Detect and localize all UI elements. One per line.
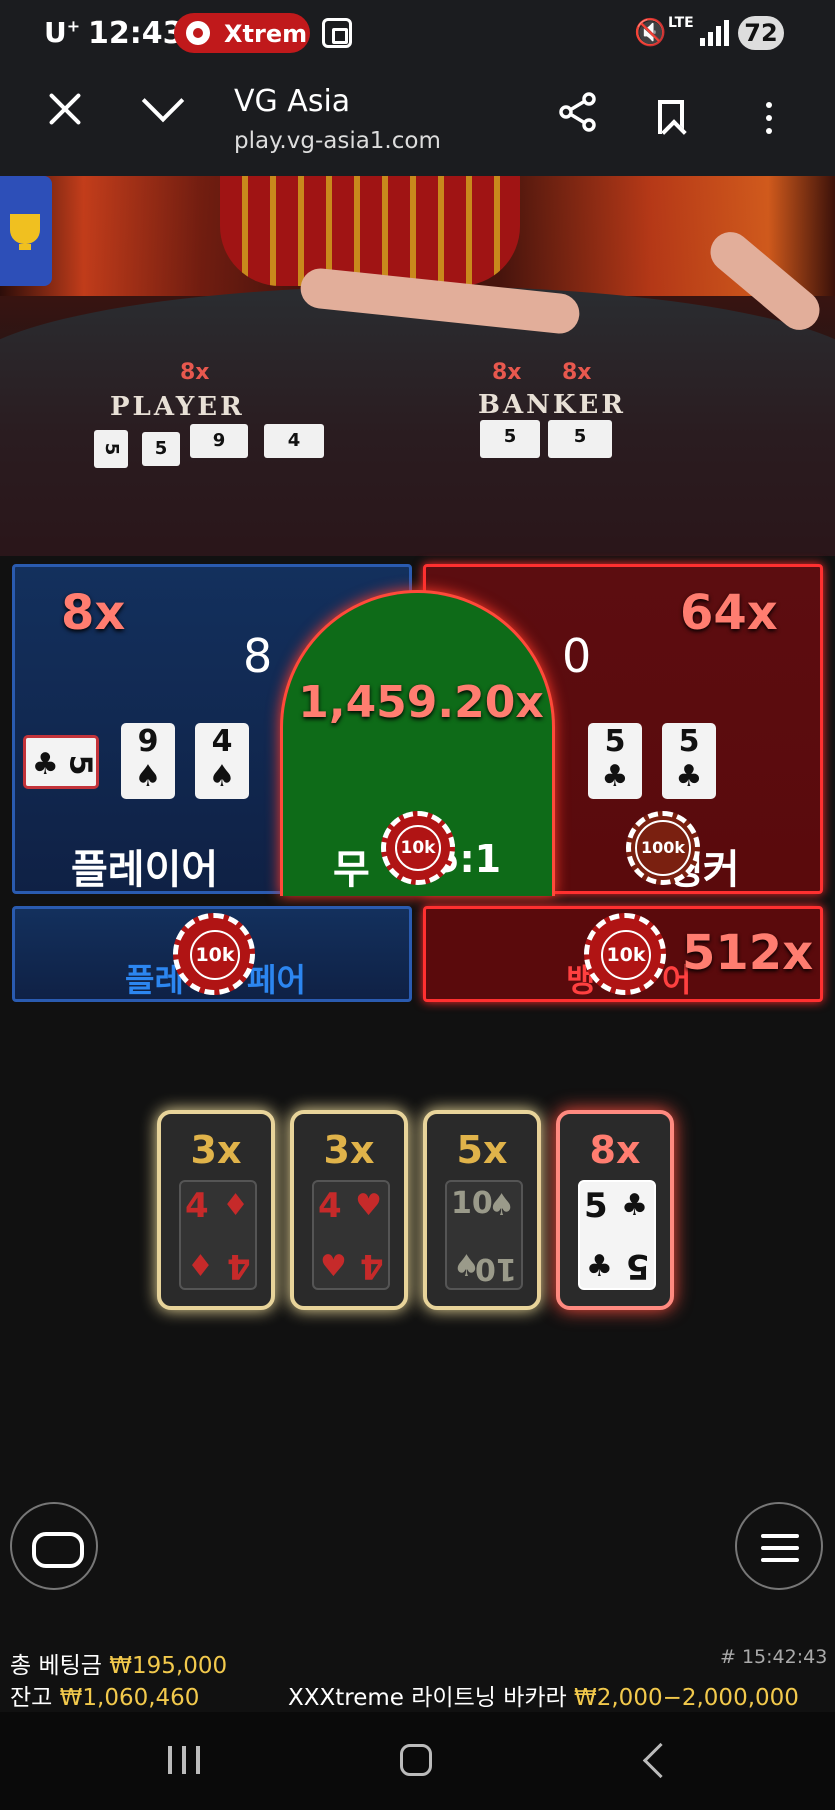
chat-icon[interactable] — [10, 1502, 98, 1590]
more-icon[interactable] — [766, 102, 772, 134]
game-name-limits: XXXtreme 라이트닝 바카라 ₩2,000−2,000,000 — [288, 1685, 799, 1711]
tie-bet-area[interactable]: 1,459.20x 무 5:1 10k — [280, 590, 555, 896]
video-card: 5 — [548, 420, 612, 458]
player-multiplier: 8x — [61, 585, 126, 641]
banker-pair-chip: 10k — [584, 913, 666, 995]
banker-pair-multiplier: 512x — [682, 925, 814, 981]
player-pair-bet[interactable]: 플레 페어 10k — [12, 906, 412, 1002]
leaderboard-button[interactable] — [0, 176, 52, 286]
chevron-down-icon[interactable] — [141, 79, 185, 123]
chrome-icon — [186, 21, 210, 45]
round-id: # 15:42:43 — [720, 1646, 828, 1668]
video-card: 4 — [264, 424, 324, 458]
banker-multiplier: 64x — [680, 585, 778, 641]
clock: 12:43 — [88, 16, 184, 51]
video-banker-mult-1: 8x — [492, 360, 522, 385]
banker-card: 5 ♣ — [588, 723, 642, 799]
video-banker-label: BANKER — [478, 390, 626, 420]
balance: 잔고 ₩1,060,460 — [10, 1685, 200, 1711]
page-title: VG Asia — [234, 84, 351, 119]
game-info-bar: 총 베팅금 ₩195,000 잔고 ₩1,060,460 # 15:42:43 … — [0, 1632, 835, 1712]
banker-card: 5 ♣ — [662, 723, 716, 799]
network-type: LTE — [668, 15, 694, 31]
share-icon[interactable] — [556, 90, 600, 134]
tie-multiplier: 1,459.20x — [298, 677, 544, 728]
total-bet: 총 베팅금 ₩195,000 — [10, 1653, 228, 1679]
lightning-card: 3x 4 ♦ ♦ 4 — [157, 1110, 275, 1310]
trophy-icon — [10, 214, 40, 250]
banker-score: 0 — [562, 629, 592, 683]
lightning-card: 8x 5 ♣ ♣ 5 — [556, 1110, 674, 1310]
mute-icon: 🔇 — [634, 18, 667, 48]
player-pair-label-right: 페어 — [247, 961, 306, 999]
close-icon[interactable] — [48, 92, 82, 126]
video-player-label: PLAYER — [110, 392, 245, 422]
video-banker-mult-2: 8x — [562, 360, 592, 385]
video-player-mult: 8x — [180, 360, 210, 385]
player-label: 플레이어 — [71, 847, 219, 893]
browser-toolbar: VG Asia play.vg-asia1.com — [0, 66, 835, 176]
player-card: ♣ 5 — [23, 735, 99, 789]
dealer — [220, 176, 520, 286]
page-url[interactable]: play.vg-asia1.com — [234, 128, 441, 154]
lightning-card: 3x 4 ♥ ♥ 4 — [290, 1110, 408, 1310]
signal-icon — [700, 18, 730, 46]
banker-chip: 100k — [626, 811, 700, 885]
video-card: 5 — [480, 420, 540, 458]
android-nav-bar — [0, 1712, 835, 1810]
home-icon[interactable] — [400, 1744, 432, 1776]
player-card: 9 ♠ — [121, 723, 175, 799]
player-card: 4 ♠ — [195, 723, 249, 799]
video-card: 5 — [142, 432, 180, 466]
video-card: 9 — [190, 424, 248, 458]
screenshot-icon — [322, 18, 352, 48]
lightning-card: 5x 10 ♠ ♠ 10 — [423, 1110, 541, 1310]
app-recording-pill[interactable]: Xtrem — [174, 13, 310, 53]
player-score: 8 — [243, 629, 273, 683]
bookmark-icon[interactable] — [658, 100, 684, 134]
carrier: U+ — [44, 16, 81, 49]
video-card: 5 — [94, 430, 128, 468]
status-bar: U+ 12:43 Xtrem 🔇 LTE 72 — [0, 0, 835, 66]
tie-label: 무 — [333, 847, 370, 893]
menu-icon[interactable] — [735, 1502, 823, 1590]
back-icon[interactable] — [642, 1742, 679, 1779]
banker-pair-bet[interactable]: 뱅 어 512x 10k — [423, 906, 823, 1002]
app-pill-label: Xtrem — [224, 20, 308, 48]
player-pair-chip: 10k — [173, 913, 255, 995]
battery-indicator: 72 — [738, 16, 784, 50]
live-video-feed: 8x 8x 8x PLAYER BANKER 5 5 9 4 5 5 — [0, 176, 835, 556]
recent-apps-icon[interactable] — [168, 1746, 204, 1774]
tie-chip: 10k — [381, 811, 455, 885]
